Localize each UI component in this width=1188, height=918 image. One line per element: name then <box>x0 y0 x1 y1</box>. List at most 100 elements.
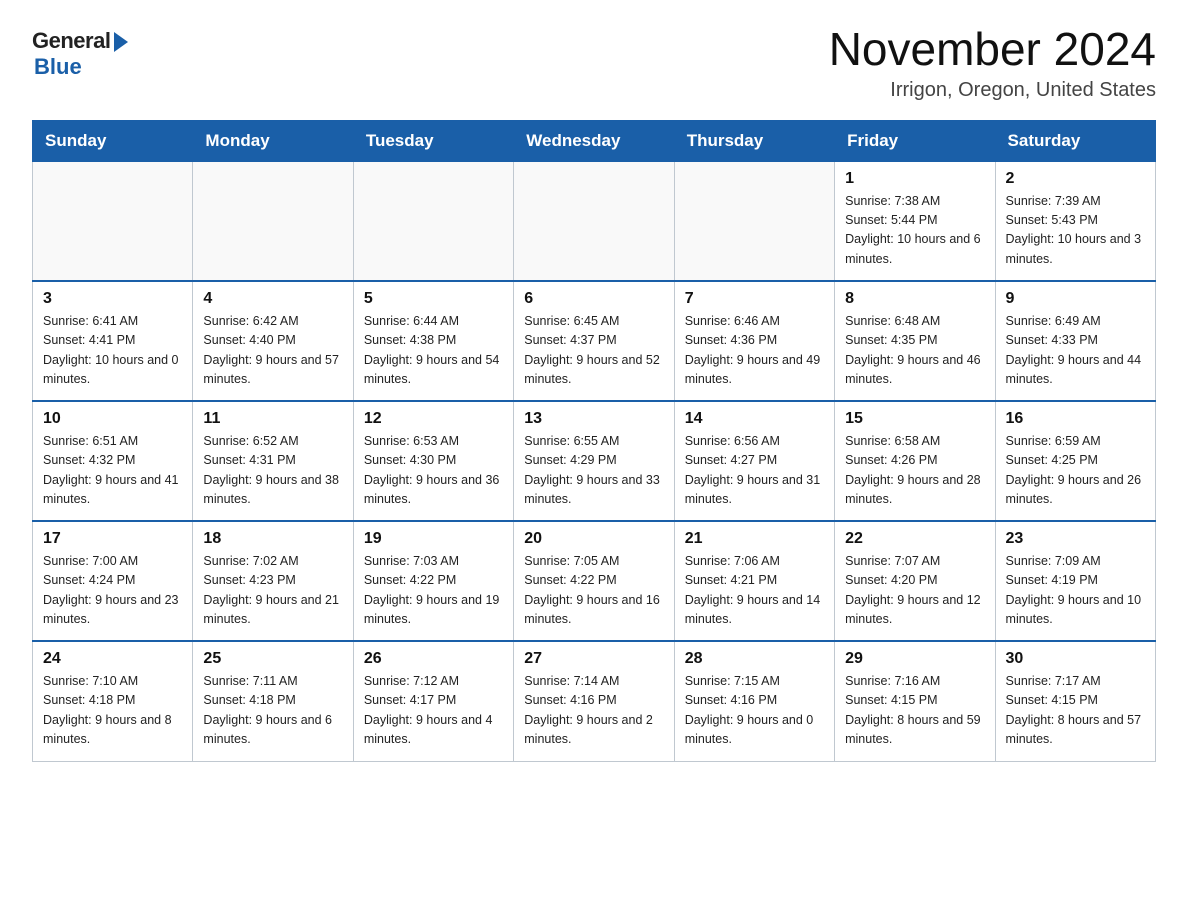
day-number: 4 <box>203 290 342 308</box>
calendar-week-row-1: 1Sunrise: 7:38 AMSunset: 5:44 PMDaylight… <box>33 161 1156 281</box>
logo: General Blue <box>32 24 128 80</box>
day-number: 19 <box>364 530 503 548</box>
day-info: Sunrise: 7:06 AMSunset: 4:21 PMDaylight:… <box>685 552 824 630</box>
calendar-cell: 15 Sunrise: 6:58 AMSunset: 4:26 PMDayligh… <box>835 401 995 521</box>
day-number: 23 <box>1006 530 1145 548</box>
calendar-week-row-2: 3Sunrise: 6:41 AMSunset: 4:41 PMDaylight… <box>33 281 1156 401</box>
day-info: Sunrise: 6:42 AMSunset: 4:40 PMDaylight:… <box>203 312 342 390</box>
day-info: Sunrise: 7:11 AMSunset: 4:18 PMDaylight:… <box>203 672 342 750</box>
calendar-cell: 25 Sunrise: 7:11 AMSunset: 4:18 PMDayligh… <box>193 641 353 761</box>
calendar-cell: 27Sunrise: 7:14 AMSunset: 4:16 PMDayligh… <box>514 641 674 761</box>
day-info: Sunrise: 7:39 AMSunset: 5:43 PMDaylight:… <box>1006 192 1145 270</box>
calendar-cell: 28Sunrise: 7:15 AMSunset: 4:16 PMDayligh… <box>674 641 834 761</box>
calendar-cell <box>674 161 834 281</box>
day-number: 20 <box>524 530 663 548</box>
calendar-cell: 13 Sunrise: 6:55 AMSunset: 4:29 PMDayligh… <box>514 401 674 521</box>
day-info: Sunrise: 7:17 AMSunset: 4:15 PMDaylight:… <box>1006 672 1145 750</box>
calendar-cell: 19 Sunrise: 7:03 AMSunset: 4:22 PMDayligh… <box>353 521 513 641</box>
day-info: Sunrise: 7:10 AMSunset: 4:18 PMDaylight:… <box>43 672 182 750</box>
month-year-title: November 2024 <box>829 24 1156 75</box>
page-header: General Blue November 2024 Irrigon, Oreg… <box>32 24 1156 102</box>
day-number: 3 <box>43 290 182 308</box>
day-number: 29 <box>845 650 984 668</box>
day-number: 1 <box>845 170 984 188</box>
day-number: 18 <box>203 530 342 548</box>
day-number: 28 <box>685 650 824 668</box>
day-number: 8 <box>845 290 984 308</box>
location-subtitle: Irrigon, Oregon, United States <box>829 79 1156 102</box>
day-number: 26 <box>364 650 503 668</box>
calendar-week-row-3: 10 Sunrise: 6:51 AMSunset: 4:32 PMDayligh… <box>33 401 1156 521</box>
calendar-cell: 21Sunrise: 7:06 AMSunset: 4:21 PMDayligh… <box>674 521 834 641</box>
day-number: 2 <box>1006 170 1145 188</box>
calendar-cell: 16 Sunrise: 6:59 AMSunset: 4:25 PMDayligh… <box>995 401 1155 521</box>
day-info: Sunrise: 6:52 AMSunset: 4:31 PMDaylight:… <box>203 432 342 510</box>
col-header-monday: Monday <box>193 120 353 161</box>
day-number: 12 <box>364 410 503 428</box>
day-number: 30 <box>1006 650 1145 668</box>
calendar-cell <box>514 161 674 281</box>
day-number: 9 <box>1006 290 1145 308</box>
calendar-cell <box>193 161 353 281</box>
day-info: Sunrise: 6:48 AMSunset: 4:35 PMDaylight:… <box>845 312 984 390</box>
day-number: 15 <box>845 410 984 428</box>
col-header-thursday: Thursday <box>674 120 834 161</box>
calendar-cell: 22 Sunrise: 7:07 AMSunset: 4:20 PMDayligh… <box>835 521 995 641</box>
calendar-cell: 29 Sunrise: 7:16 AMSunset: 4:15 PMDayligh… <box>835 641 995 761</box>
day-info: Sunrise: 7:14 AMSunset: 4:16 PMDaylight:… <box>524 672 663 750</box>
day-info: Sunrise: 7:09 AMSunset: 4:19 PMDaylight:… <box>1006 552 1145 630</box>
day-info: Sunrise: 7:05 AMSunset: 4:22 PMDaylight:… <box>524 552 663 630</box>
day-number: 13 <box>524 410 663 428</box>
day-info: Sunrise: 7:07 AMSunset: 4:20 PMDaylight:… <box>845 552 984 630</box>
day-number: 14 <box>685 410 824 428</box>
day-info: Sunrise: 6:45 AMSunset: 4:37 PMDaylight:… <box>524 312 663 390</box>
calendar-cell <box>353 161 513 281</box>
day-info: Sunrise: 6:44 AMSunset: 4:38 PMDaylight:… <box>364 312 503 390</box>
title-block: November 2024 Irrigon, Oregon, United St… <box>829 24 1156 102</box>
day-info: Sunrise: 6:46 AMSunset: 4:36 PMDaylight:… <box>685 312 824 390</box>
day-info: Sunrise: 6:51 AMSunset: 4:32 PMDaylight:… <box>43 432 182 510</box>
day-info: Sunrise: 6:58 AMSunset: 4:26 PMDaylight:… <box>845 432 984 510</box>
col-header-saturday: Saturday <box>995 120 1155 161</box>
calendar-cell: 12 Sunrise: 6:53 AMSunset: 4:30 PMDayligh… <box>353 401 513 521</box>
calendar-cell: 17 Sunrise: 7:00 AMSunset: 4:24 PMDayligh… <box>33 521 193 641</box>
day-number: 10 <box>43 410 182 428</box>
day-info: Sunrise: 6:53 AMSunset: 4:30 PMDaylight:… <box>364 432 503 510</box>
day-info: Sunrise: 6:55 AMSunset: 4:29 PMDaylight:… <box>524 432 663 510</box>
day-info: Sunrise: 7:03 AMSunset: 4:22 PMDaylight:… <box>364 552 503 630</box>
calendar-cell: 4 Sunrise: 6:42 AMSunset: 4:40 PMDaylight… <box>193 281 353 401</box>
calendar-cell: 18 Sunrise: 7:02 AMSunset: 4:23 PMDayligh… <box>193 521 353 641</box>
calendar-table: SundayMondayTuesdayWednesdayThursdayFrid… <box>32 120 1156 762</box>
day-number: 7 <box>685 290 824 308</box>
day-info: Sunrise: 6:59 AMSunset: 4:25 PMDaylight:… <box>1006 432 1145 510</box>
day-info: Sunrise: 7:16 AMSunset: 4:15 PMDaylight:… <box>845 672 984 750</box>
day-number: 24 <box>43 650 182 668</box>
calendar-cell: 10 Sunrise: 6:51 AMSunset: 4:32 PMDayligh… <box>33 401 193 521</box>
col-header-tuesday: Tuesday <box>353 120 513 161</box>
calendar-cell: 11Sunrise: 6:52 AMSunset: 4:31 PMDayligh… <box>193 401 353 521</box>
calendar-week-row-5: 24 Sunrise: 7:10 AMSunset: 4:18 PMDayligh… <box>33 641 1156 761</box>
calendar-cell: 8 Sunrise: 6:48 AMSunset: 4:35 PMDaylight… <box>835 281 995 401</box>
day-number: 17 <box>43 530 182 548</box>
calendar-cell: 6 Sunrise: 6:45 AMSunset: 4:37 PMDaylight… <box>514 281 674 401</box>
calendar-cell: 7 Sunrise: 6:46 AMSunset: 4:36 PMDaylight… <box>674 281 834 401</box>
calendar-cell: 14Sunrise: 6:56 AMSunset: 4:27 PMDayligh… <box>674 401 834 521</box>
col-header-sunday: Sunday <box>33 120 193 161</box>
day-info: Sunrise: 6:49 AMSunset: 4:33 PMDaylight:… <box>1006 312 1145 390</box>
day-info: Sunrise: 7:00 AMSunset: 4:24 PMDaylight:… <box>43 552 182 630</box>
day-number: 22 <box>845 530 984 548</box>
logo-arrow-icon <box>114 32 128 52</box>
calendar-cell: 5Sunrise: 6:44 AMSunset: 4:38 PMDaylight… <box>353 281 513 401</box>
calendar-cell: 9 Sunrise: 6:49 AMSunset: 4:33 PMDaylight… <box>995 281 1155 401</box>
day-number: 25 <box>203 650 342 668</box>
day-number: 6 <box>524 290 663 308</box>
calendar-cell: 1Sunrise: 7:38 AMSunset: 5:44 PMDaylight… <box>835 161 995 281</box>
calendar-cell: 20 Sunrise: 7:05 AMSunset: 4:22 PMDayligh… <box>514 521 674 641</box>
logo-blue-text: Blue <box>34 54 82 80</box>
day-info: Sunrise: 7:02 AMSunset: 4:23 PMDaylight:… <box>203 552 342 630</box>
day-info: Sunrise: 7:12 AMSunset: 4:17 PMDaylight:… <box>364 672 503 750</box>
calendar-cell: 30 Sunrise: 7:17 AMSunset: 4:15 PMDayligh… <box>995 641 1155 761</box>
logo-general-text: General <box>32 28 110 54</box>
day-number: 16 <box>1006 410 1145 428</box>
calendar-header-row: SundayMondayTuesdayWednesdayThursdayFrid… <box>33 120 1156 161</box>
